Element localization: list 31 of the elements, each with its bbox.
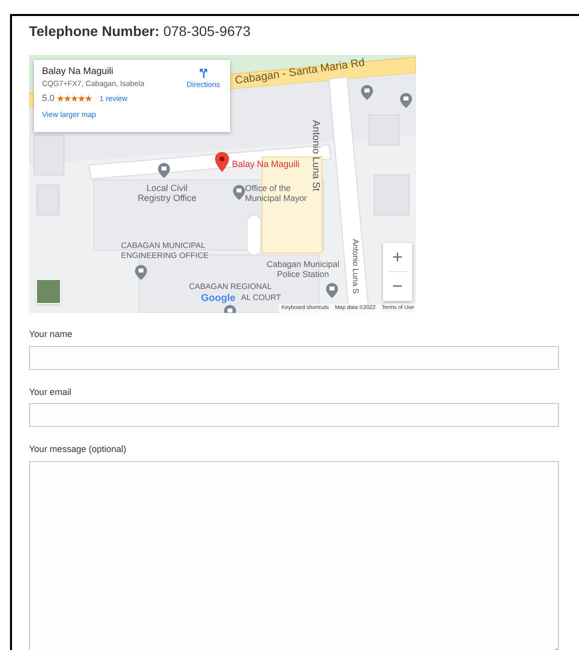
place-title: Balay Na Maguili bbox=[42, 66, 114, 78]
poi-label: Local Civil Registry Office bbox=[136, 183, 198, 203]
road-label: Cabagan - Santa Maria Rd bbox=[234, 56, 366, 89]
field-label: Your email bbox=[29, 386, 72, 398]
satellite-thumbnail[interactable] bbox=[36, 279, 61, 304]
building-pin-icon[interactable] bbox=[361, 85, 373, 100]
building-pin-icon[interactable] bbox=[400, 93, 412, 108]
phone-label: Telephone Number: bbox=[29, 23, 160, 39]
building-pin-icon[interactable] bbox=[158, 163, 170, 178]
field-label: Your message (optional) bbox=[29, 443, 128, 456]
message-field[interactable] bbox=[29, 460, 559, 650]
map-logo: Google bbox=[201, 292, 236, 306]
building-pin-icon[interactable] bbox=[233, 185, 245, 200]
poi-label: Cabagan Municipal Police Station bbox=[266, 259, 340, 279]
text-field[interactable] bbox=[29, 346, 559, 370]
zoom-out-button[interactable]: − bbox=[383, 272, 412, 300]
text-field[interactable] bbox=[29, 403, 559, 427]
street-label: Antonio Luna St bbox=[309, 120, 322, 192]
poi-label: CABAGAN REGIONAL bbox=[189, 281, 272, 293]
place-label: Balay Na Maguili bbox=[232, 158, 300, 171]
rating-value: 5.0 bbox=[42, 92, 55, 105]
field-label: Your name bbox=[29, 328, 74, 341]
poi-label: AL COURT bbox=[241, 292, 282, 304]
street-label: Antonio Luna S bbox=[350, 239, 361, 294]
phone-number: 078-305-9673 bbox=[163, 23, 250, 39]
poi-label: CABAGAN MUNICIPAL ENGINEERING OFFICE bbox=[121, 241, 210, 261]
zoom-in-button[interactable]: + bbox=[383, 243, 412, 271]
building-pin-icon[interactable] bbox=[135, 265, 147, 280]
directions-icon[interactable] bbox=[198, 68, 209, 79]
building-pin-icon[interactable] bbox=[326, 283, 338, 298]
location-pin-icon[interactable] bbox=[215, 152, 229, 172]
